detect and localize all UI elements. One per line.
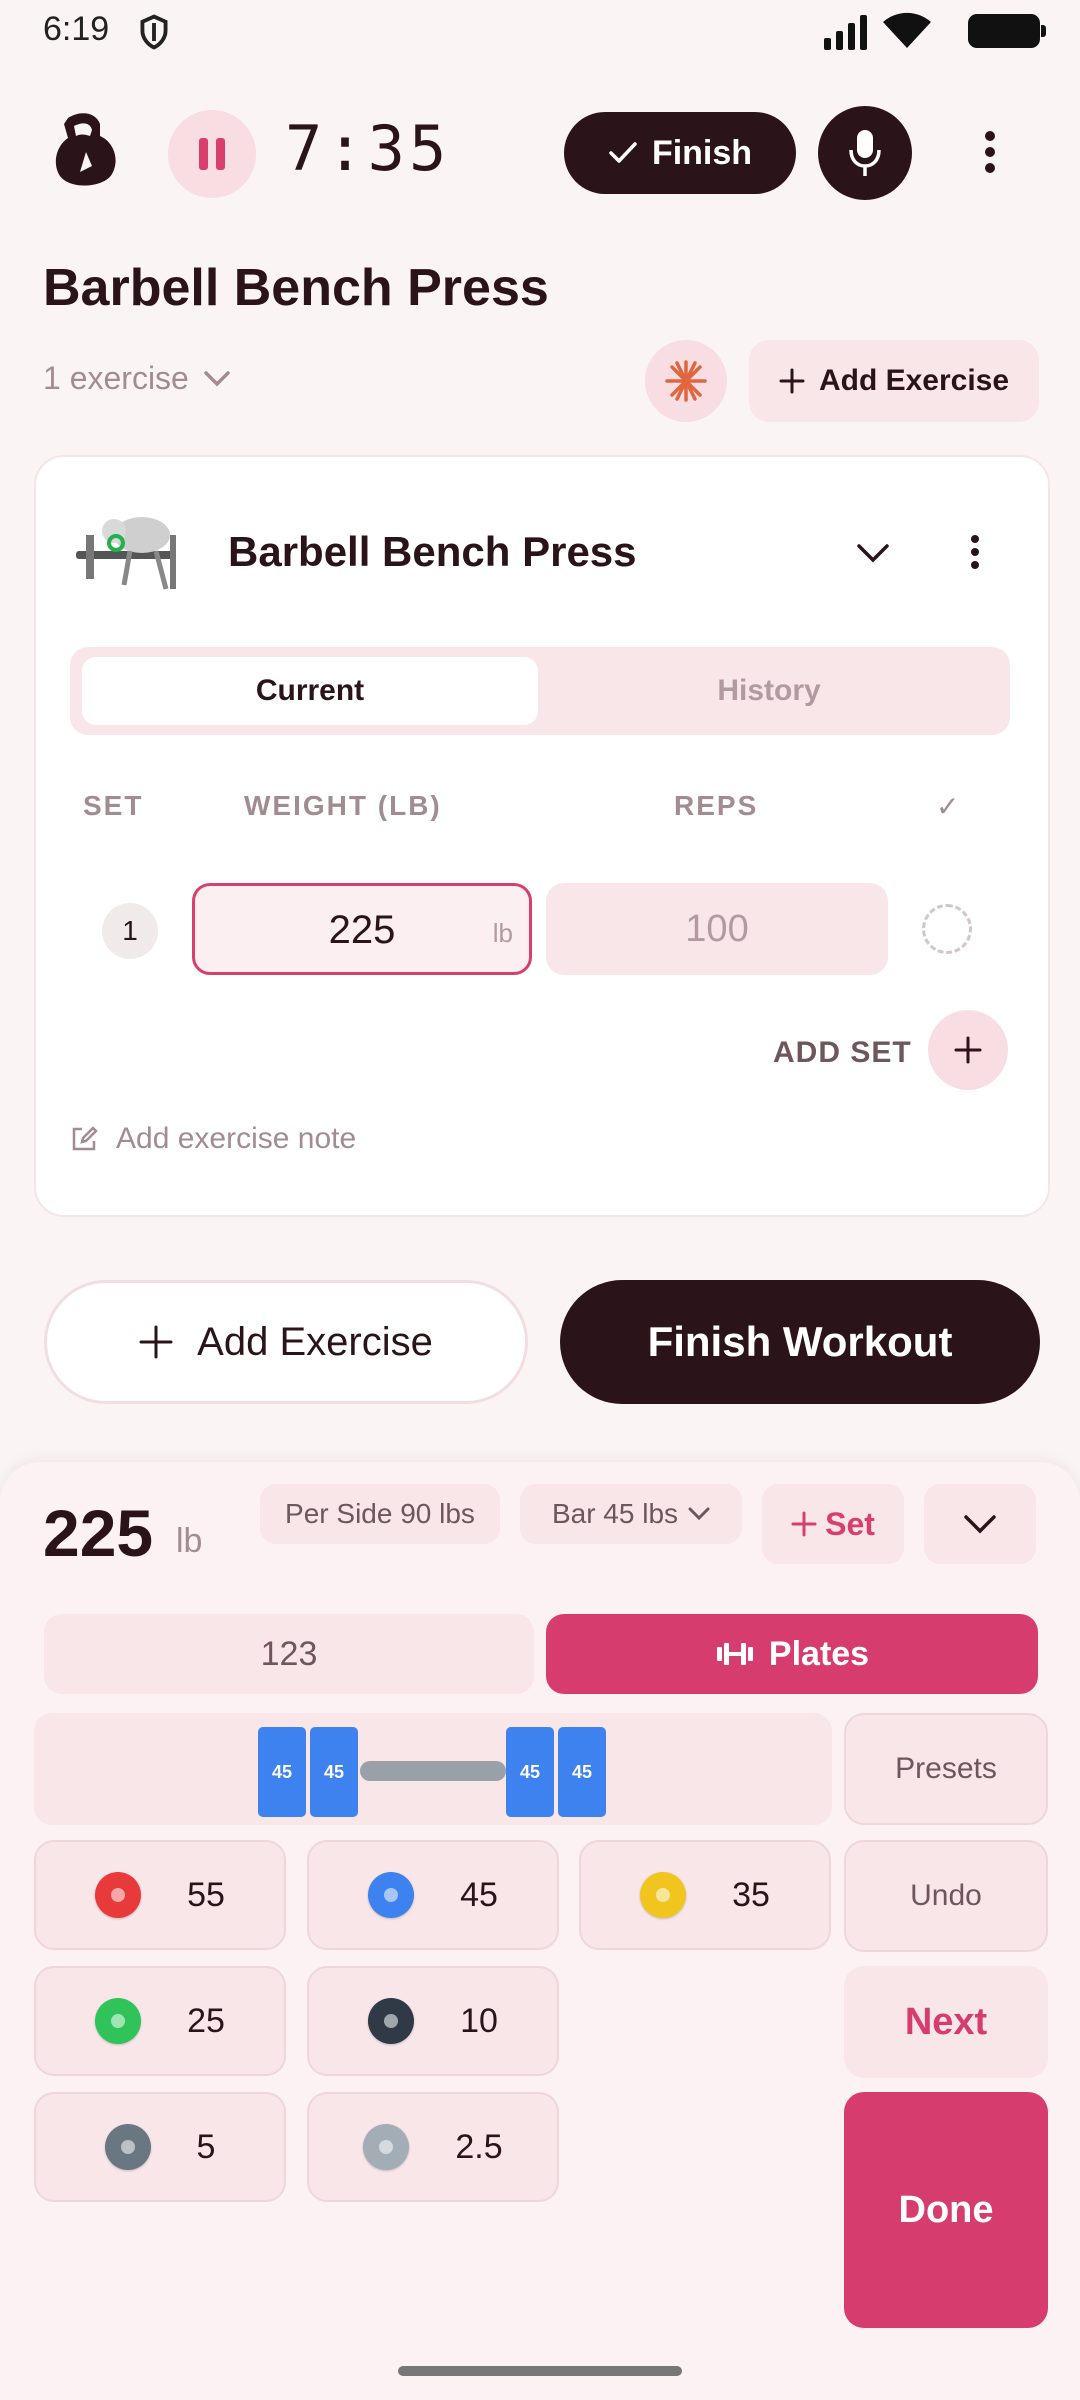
pause-button[interactable]: [168, 110, 256, 198]
exercise-count-label: 1 exercise: [43, 360, 189, 396]
signal-icon: [824, 15, 867, 50]
add-note-row[interactable]: Add exercise note: [70, 1122, 356, 1156]
chevron-down-icon: [688, 1507, 710, 1521]
tab-current[interactable]: Current: [82, 657, 538, 725]
add-exercise-top-label: Add Exercise: [818, 364, 1010, 397]
note-placeholder: Add exercise note: [116, 1122, 357, 1155]
plate-icon: [368, 1998, 415, 2044]
barbell-icon: [716, 1643, 753, 1665]
edit-note-icon: [72, 1126, 98, 1151]
exercise-name: Barbell Bench Press: [228, 528, 637, 575]
undo-button[interactable]: Undo: [844, 1840, 1048, 1952]
plate-weight: 45: [460, 1875, 498, 1914]
status-time: 6:19: [43, 10, 110, 48]
set-complete-checkbox[interactable]: [922, 904, 972, 954]
battery-icon: [968, 14, 1046, 48]
plate-icon: [95, 1872, 142, 1918]
pause-icon-bar: [216, 138, 225, 170]
finish-workout-button[interactable]: Finish Workout: [560, 1280, 1040, 1404]
plus-icon: [779, 368, 805, 394]
loaded-plate: 45: [558, 1727, 606, 1817]
collapse-panel-button[interactable]: [924, 1484, 1036, 1564]
set-number: 1: [102, 903, 158, 959]
column-weight: WEIGHT (LB): [244, 790, 442, 821]
exercise-count-dropdown[interactable]: 1 exercise: [43, 360, 231, 397]
presets-button[interactable]: Presets: [844, 1713, 1048, 1825]
pause-icon: [199, 138, 208, 170]
set-label: Set: [825, 1505, 875, 1542]
exercise-thumbnail: [76, 517, 176, 590]
weight-unit: lb: [492, 918, 513, 948]
loaded-plate: 45: [258, 1727, 306, 1817]
loaded-plate: 45: [506, 1727, 554, 1817]
plate-button-5[interactable]: 5: [34, 2092, 286, 2202]
kettlebell-logo-icon: [55, 113, 116, 186]
finish-button[interactable]: Finish: [564, 112, 796, 194]
add-exercise-top-button[interactable]: Add Exercise: [749, 340, 1039, 422]
plate-weight: 5: [196, 2127, 216, 2166]
more-menu-icon[interactable]: [975, 125, 1005, 185]
check-icon: [609, 142, 637, 163]
plate-icon: [640, 1872, 687, 1918]
plate-icon: [368, 1872, 415, 1918]
workout-timer: 7:35: [285, 112, 451, 185]
plate-button-55[interactable]: 55: [34, 1840, 286, 1950]
tab-numeric[interactable]: 123: [44, 1614, 534, 1694]
chevron-down-icon[interactable]: [855, 535, 891, 571]
plate-button-2-5[interactable]: 2.5: [307, 2092, 559, 2202]
chevron-down-icon: [204, 370, 230, 386]
column-done: ✓: [936, 791, 962, 822]
done-button[interactable]: Done: [844, 2092, 1048, 2328]
tab-plates-label: Plates: [768, 1634, 870, 1673]
sparkle-icon: [665, 360, 707, 402]
plate-weight: 25: [187, 2001, 225, 2040]
plate-button-25[interactable]: 25: [34, 1966, 286, 2076]
column-reps: REPS: [674, 790, 759, 821]
plate-icon: [95, 1998, 142, 2044]
plate-button-45[interactable]: 45: [307, 1840, 559, 1950]
plus-icon: [139, 1325, 173, 1359]
next-button[interactable]: Next: [844, 1966, 1048, 2078]
weight-value: 225: [328, 908, 396, 952]
plus-icon: [791, 1511, 817, 1537]
plate-icon: [363, 2124, 410, 2170]
bar-weight-dropdown[interactable]: Bar 45 lbs: [520, 1484, 742, 1544]
add-exercise-label: Add Exercise: [197, 1319, 433, 1364]
total-weight: 225: [43, 1496, 154, 1570]
tab-plates[interactable]: Plates: [546, 1614, 1038, 1694]
ai-sparkle-button[interactable]: [645, 340, 727, 422]
set-button[interactable]: Set: [762, 1484, 904, 1564]
bar-weight-label: Bar 45 lbs: [551, 1498, 679, 1529]
plate-button-10[interactable]: 10: [307, 1966, 559, 2076]
microphone-icon: [849, 130, 881, 176]
home-indicator[interactable]: [398, 2366, 682, 2376]
plate-weight: 10: [460, 2001, 498, 2040]
loaded-plate: 45: [310, 1727, 358, 1817]
add-exercise-button[interactable]: Add Exercise: [44, 1280, 528, 1404]
wifi-icon: [883, 12, 931, 49]
plate-button-35[interactable]: 35: [579, 1840, 831, 1950]
reps-input[interactable]: 100: [546, 883, 888, 975]
exercise-more-icon[interactable]: [965, 530, 985, 580]
plus-icon: [954, 1036, 982, 1064]
finish-label: Finish: [651, 133, 753, 172]
plate-weight: 35: [732, 1875, 770, 1914]
tab-history[interactable]: History: [540, 657, 998, 725]
add-set-button[interactable]: [928, 1010, 1008, 1090]
plate-weight: 55: [187, 1875, 225, 1914]
per-side-chip: Per Side 90 lbs: [260, 1484, 500, 1544]
add-set-label[interactable]: ADD SET: [773, 1036, 912, 1070]
microphone-button[interactable]: [818, 106, 912, 200]
chevron-down-icon: [964, 1515, 996, 1534]
barbell-rod: [360, 1761, 506, 1781]
plate-weight: 2.5: [455, 2127, 503, 2166]
workout-title: Barbell Bench Press: [43, 259, 549, 317]
weight-input[interactable]: 225 lb: [192, 883, 532, 975]
total-weight-unit: lb: [176, 1522, 203, 1560]
column-set: SET: [83, 790, 144, 821]
shield-icon: [140, 14, 168, 50]
plate-icon: [104, 2124, 151, 2170]
